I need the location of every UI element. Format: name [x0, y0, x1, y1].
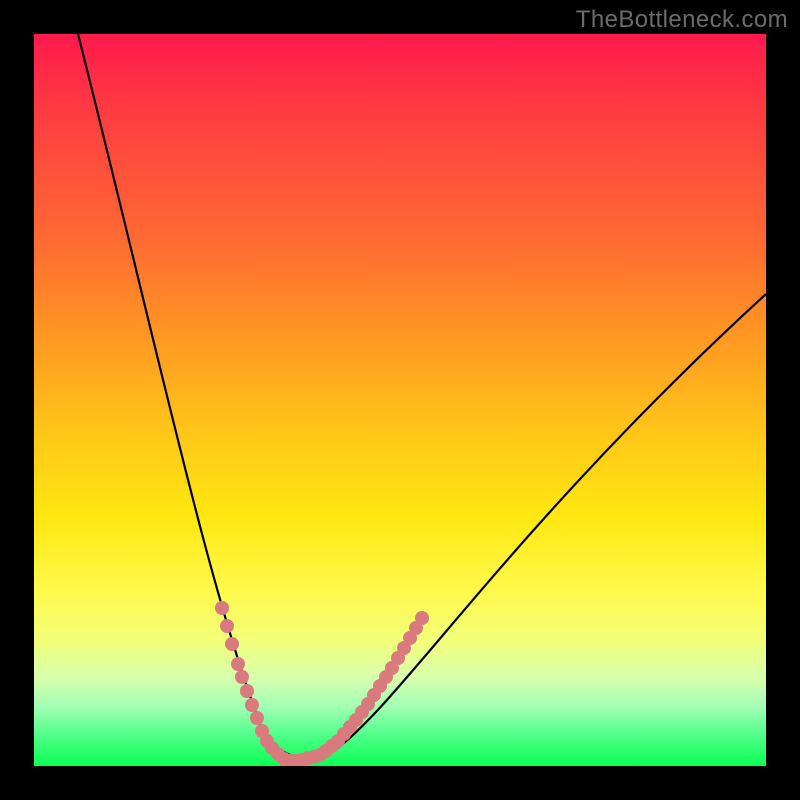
marker-dot — [225, 637, 239, 651]
marker-group — [215, 601, 429, 766]
marker-dot — [215, 601, 229, 615]
chart-frame: TheBottleneck.com — [0, 0, 800, 800]
marker-dot — [240, 684, 254, 698]
plot-area — [34, 34, 766, 766]
watermark-text: TheBottleneck.com — [576, 6, 788, 34]
marker-dot — [220, 619, 234, 633]
curve-svg — [34, 34, 766, 766]
marker-dot — [250, 711, 264, 725]
bottleneck-curve — [78, 34, 766, 758]
marker-dot — [235, 670, 249, 684]
marker-dot — [231, 657, 245, 671]
marker-dot — [245, 698, 259, 712]
marker-dot — [415, 611, 429, 625]
